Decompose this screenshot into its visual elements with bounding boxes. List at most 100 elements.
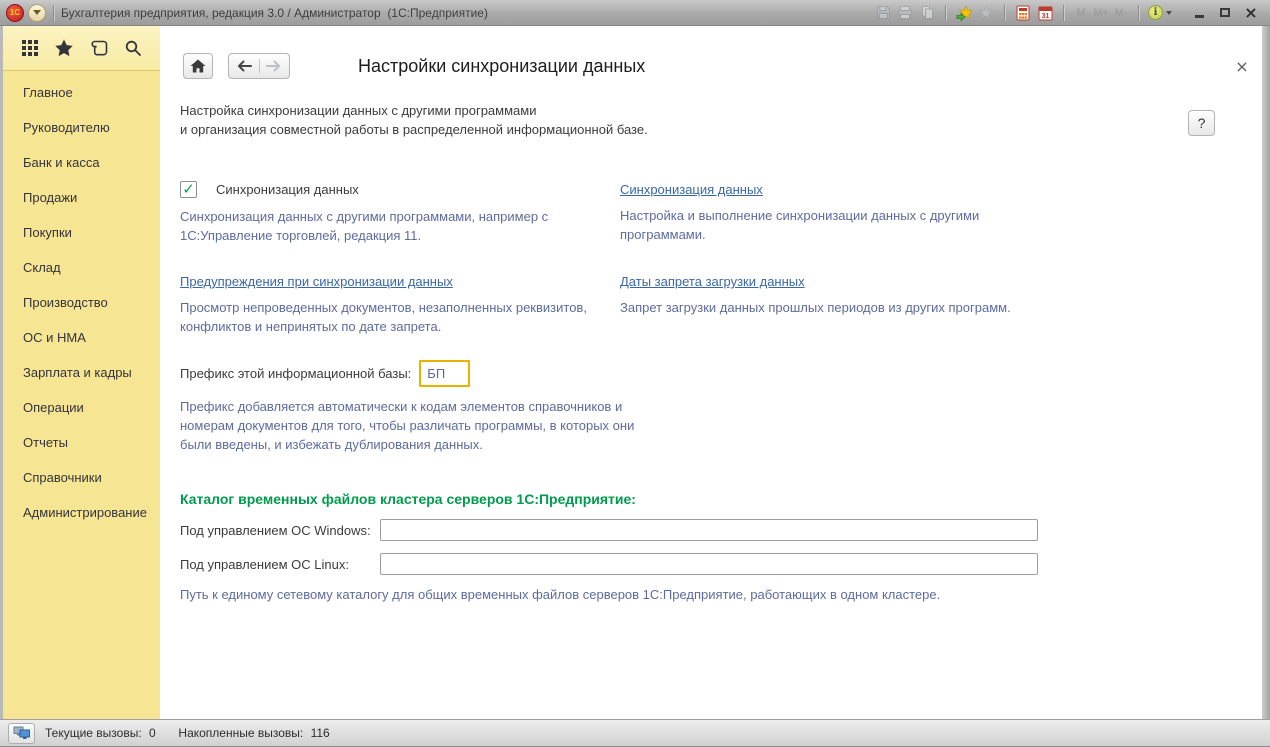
window-frame-right: [1262, 26, 1270, 719]
history-scroll-icon: [88, 37, 110, 59]
divider: [1004, 5, 1005, 21]
logo-text: 1С: [10, 8, 20, 17]
sync-checkbox-description: Синхронизация данных с другими программа…: [180, 207, 625, 245]
sidebar-item-prodazhi[interactable]: Продажи: [3, 180, 160, 215]
star-icon: [978, 5, 994, 20]
add-favorite-button[interactable]: [953, 3, 975, 23]
windows-path-input[interactable]: [380, 519, 1038, 541]
memory-m-minus-button[interactable]: M-: [1111, 3, 1131, 23]
arrow-left-icon: [236, 59, 252, 73]
statusbar: Текущие вызовы: 0 Накопленные вызовы: 11…: [0, 719, 1270, 747]
page-description-line1: Настройка синхронизации данных с другими…: [180, 101, 648, 120]
window-controls: ×: [1186, 3, 1264, 23]
favorites-button[interactable]: [975, 3, 997, 23]
arrow-right-icon: [266, 59, 282, 73]
close-window-button[interactable]: ×: [1238, 3, 1264, 23]
client-server-icon: [13, 726, 31, 740]
calculator-icon: [1016, 5, 1030, 21]
load-dates-link-description: Запрет загрузки данных прошлых периодов …: [620, 298, 1040, 317]
calculator-button[interactable]: [1012, 3, 1034, 23]
star-icon: [53, 37, 75, 59]
divider: [945, 5, 946, 21]
minimize-icon: [1195, 15, 1204, 18]
print-button[interactable]: [894, 3, 916, 23]
linux-path-label: Под управлением ОС Linux:: [180, 557, 380, 572]
sidebar-item-bank-i-kassa[interactable]: Банк и касса: [3, 145, 160, 180]
printer-icon: [897, 5, 913, 20]
sync-settings-link[interactable]: Синхронизация данных: [620, 182, 763, 197]
warnings-link-description: Просмотр непроведенных документов, незап…: [180, 298, 625, 336]
load-dates-link-block: Даты запрета загрузки данных Запрет загр…: [620, 274, 1040, 317]
calendar-button[interactable]: 31: [1034, 3, 1056, 23]
calendar-day-text: 31: [1041, 13, 1049, 20]
forward-button[interactable]: [259, 59, 290, 73]
window-title: Бухгалтерия предприятия, редакция 3.0 / …: [61, 6, 488, 20]
calendar-icon: 31: [1038, 5, 1053, 21]
titlebar: 1С Бухгалтерия предприятия, редакция 3.0…: [0, 0, 1270, 26]
sidebar-menu: Главное Руководителю Банк и касса Продаж…: [3, 71, 160, 530]
sidebar-item-pokupki[interactable]: Покупки: [3, 215, 160, 250]
load-ban-dates-link[interactable]: Даты запрета загрузки данных: [620, 274, 805, 289]
warnings-link-block: Предупреждения при синхронизации данных …: [180, 274, 625, 336]
titlebar-toolbar: 31 M M+ M- i ×: [872, 3, 1264, 23]
maximize-button[interactable]: [1212, 3, 1238, 23]
chevron-down-icon: [33, 10, 41, 15]
favorites-panel-button[interactable]: [51, 35, 77, 61]
sync-link-block: Синхронизация данных Настройка и выполне…: [620, 182, 1040, 244]
help-button[interactable]: ?: [1188, 110, 1215, 136]
sidebar-item-otchety[interactable]: Отчеты: [3, 425, 160, 460]
minimize-button[interactable]: [1186, 3, 1212, 23]
home-icon: [189, 58, 207, 74]
page-description: Настройка синхронизации данных с другими…: [180, 101, 648, 139]
sync-checkbox[interactable]: ✓: [180, 181, 197, 198]
history-panel-button[interactable]: [86, 35, 112, 61]
sidebar-item-operacii[interactable]: Операции: [3, 390, 160, 425]
sidebar-item-glavnoe[interactable]: Главное: [3, 75, 160, 110]
sidebar-item-administrirovanie[interactable]: Администрирование: [3, 495, 160, 530]
close-icon: ×: [1244, 5, 1257, 21]
sidebar-item-os-i-nma[interactable]: ОС и НМА: [3, 320, 160, 355]
section-sidebar: Главное Руководителю Банк и касса Продаж…: [3, 26, 160, 719]
maximize-icon: [1220, 8, 1230, 17]
info-letter: i: [1154, 7, 1158, 18]
search-button[interactable]: [120, 35, 146, 61]
save-button[interactable]: [872, 3, 894, 23]
sync-checkbox-block: ✓ Синхронизация данных Синхронизация дан…: [180, 181, 625, 245]
1c-logo-icon[interactable]: 1С: [6, 4, 24, 22]
prefix-input[interactable]: [419, 360, 470, 387]
linux-path-input[interactable]: [380, 553, 1038, 575]
sync-link-description: Настройка и выполнение синхронизации дан…: [620, 206, 1040, 244]
page-title: Настройки синхронизации данных: [358, 56, 645, 77]
memory-m-button[interactable]: M: [1071, 3, 1091, 23]
check-icon: ✓: [182, 182, 195, 197]
memory-m-plus-button[interactable]: M+: [1091, 3, 1111, 23]
sidebar-item-zarplata-i-kadry[interactable]: Зарплата и кадры: [3, 355, 160, 390]
prefix-description: Префикс добавляется автоматически к кода…: [180, 397, 642, 454]
print-preview-button[interactable]: [916, 3, 938, 23]
sync-warnings-link[interactable]: Предупреждения при синхронизации данных: [180, 274, 453, 289]
back-button[interactable]: [229, 59, 259, 73]
system-menu-button[interactable]: [28, 4, 46, 22]
linux-path-row: Под управлением ОС Linux:: [180, 552, 1038, 576]
prefix-row: Префикс этой информационной базы:: [180, 360, 470, 387]
call-counters: Текущие вызовы: 0 Накопленные вызовы: 11…: [45, 726, 334, 740]
sidebar-item-rukovoditelyu[interactable]: Руководителю: [3, 110, 160, 145]
accumulated-calls-value: 116: [311, 726, 330, 740]
cluster-section-header: Каталог временных файлов кластера сервер…: [180, 491, 636, 507]
divider: [1063, 5, 1064, 21]
performance-indicator-button[interactable]: [8, 723, 35, 744]
floppy-icon: [876, 5, 891, 20]
sync-checkbox-label: Синхронизация данных: [216, 182, 359, 197]
all-functions-button[interactable]: [17, 35, 43, 61]
chevron-down-icon: [1166, 11, 1172, 15]
about-button[interactable]: i: [1146, 3, 1174, 23]
divider: [1138, 5, 1139, 21]
sidebar-item-sklad[interactable]: Склад: [3, 250, 160, 285]
windows-path-row: Под управлением ОС Windows:: [180, 518, 1038, 542]
close-form-button[interactable]: ×: [1232, 56, 1252, 76]
home-button[interactable]: [183, 53, 213, 79]
sidebar-item-proizvodstvo[interactable]: Производство: [3, 285, 160, 320]
app-window: 1С Бухгалтерия предприятия, редакция 3.0…: [0, 0, 1270, 747]
sidebar-item-spravochniki[interactable]: Справочники: [3, 460, 160, 495]
info-icon: i: [1148, 5, 1163, 20]
